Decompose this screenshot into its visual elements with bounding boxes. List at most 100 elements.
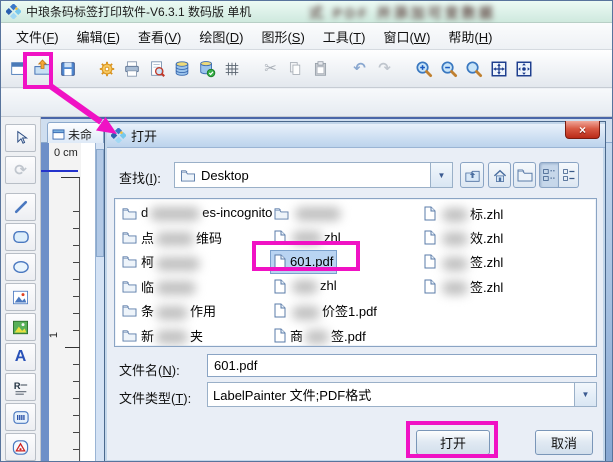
database-button[interactable] <box>169 55 194 83</box>
folder-icon <box>274 207 289 220</box>
file-item-selected[interactable]: 601.pdf <box>269 249 338 274</box>
grid-icon <box>225 62 238 75</box>
censored-blur <box>442 256 468 271</box>
zoom-out-button[interactable] <box>436 55 461 83</box>
zoom-icon <box>466 61 483 78</box>
close-button[interactable]: × <box>565 121 600 139</box>
file-item-label <box>293 205 343 221</box>
rounded-rect-tool-button[interactable] <box>5 223 36 251</box>
print-button[interactable] <box>119 55 144 83</box>
zoom-in-icon <box>416 61 433 78</box>
menu-item-window[interactable]: 窗口(W) <box>374 24 439 49</box>
open-button[interactable] <box>30 55 55 83</box>
ellipse-tool-button[interactable] <box>5 253 36 281</box>
database-check-button[interactable] <box>194 55 219 83</box>
menu-item-file[interactable]: 文件(F) <box>7 24 68 49</box>
look-in-select[interactable]: Desktop ▼ <box>174 162 453 188</box>
fit-page-button[interactable] <box>511 55 536 83</box>
file-item[interactable]: 点维码 <box>119 226 225 248</box>
settings-button[interactable] <box>94 55 119 83</box>
document-window-edge <box>41 143 49 461</box>
file-item[interactable]: 签.zhl <box>421 275 506 297</box>
file-item-label: 柯 <box>141 252 202 271</box>
file-item-label: 标.zhl <box>440 204 503 223</box>
save-button[interactable] <box>55 55 80 83</box>
file-item[interactable]: zhl <box>271 275 340 297</box>
file-name-label: 文件名(N): <box>119 363 180 378</box>
file-item[interactable]: 柯 <box>119 251 205 273</box>
rounded-rect-icon <box>12 230 29 244</box>
file-item[interactable]: 效.zhl <box>421 226 506 248</box>
dialog-title: 打开 <box>131 129 158 144</box>
copy-button[interactable] <box>283 55 308 83</box>
folder-icon <box>122 329 137 342</box>
fit-window-button[interactable] <box>486 55 511 83</box>
file-item-label: 价签1.pdf <box>290 301 377 320</box>
picture-tool-button[interactable] <box>5 313 36 341</box>
dialog-cancel-button[interactable]: 取消 <box>535 430 593 455</box>
paste-button[interactable] <box>308 55 333 83</box>
grid-view-button[interactable] <box>539 162 559 188</box>
chevron-down-icon[interactable]: ▼ <box>574 383 596 406</box>
zoom-out-icon <box>441 61 458 78</box>
file-icon <box>274 230 286 245</box>
censored-blur <box>442 232 468 247</box>
scrollbar-thumb[interactable] <box>96 149 104 257</box>
look-in-label: 查找(I): <box>119 171 161 186</box>
rich-text-tool-button[interactable]: R <box>5 373 36 401</box>
file-item[interactable]: 临 <box>119 275 201 297</box>
new-document-button[interactable] <box>5 55 30 83</box>
file-item-label: 签.zhl <box>440 252 503 271</box>
file-item[interactable]: 签.zhl <box>421 251 506 273</box>
pen-line-icon <box>14 200 27 214</box>
document-tab[interactable]: 未命 <box>47 122 104 145</box>
file-icon <box>424 230 436 245</box>
redo-button[interactable]: ↷ <box>372 55 397 83</box>
censored-blur <box>156 256 201 271</box>
new-folder-button[interactable] <box>513 162 536 188</box>
file-list[interactable]: d es-incognito 点维码柯临条作用新夹 zhl 601.pdf zhl 价签1.… <box>114 198 597 347</box>
list-view-button[interactable] <box>559 162 579 188</box>
close-icon: × <box>578 122 586 137</box>
menu-item-view[interactable]: 查看(V) <box>129 24 190 49</box>
file-item-label: 条作用 <box>141 304 217 320</box>
menu-item-draw[interactable]: 绘图(D) <box>190 24 252 49</box>
file-item[interactable]: 标.zhl <box>421 202 506 224</box>
cut-button[interactable]: ✂ <box>258 55 283 83</box>
print-preview-button[interactable] <box>144 55 169 83</box>
menu-item-tools[interactable]: 工具(T) <box>314 24 375 49</box>
file-item[interactable]: 商签.pdf <box>271 324 369 346</box>
grid-button[interactable] <box>219 55 244 83</box>
qrcode-tool-button[interactable] <box>5 433 36 461</box>
text-tool-button[interactable]: A <box>5 343 36 371</box>
censored-blur <box>150 206 201 221</box>
chevron-down-icon[interactable]: ▼ <box>430 163 452 187</box>
home-button[interactable] <box>488 162 511 188</box>
file-item[interactable]: d es-incognito <box>119 202 275 224</box>
file-item[interactable]: 条作用 <box>119 300 219 322</box>
select-tool-button[interactable] <box>5 124 36 152</box>
barcode-tool-button[interactable] <box>5 403 36 431</box>
up-one-level-button[interactable] <box>460 162 484 188</box>
file-name-input[interactable]: 601.pdf <box>207 354 597 377</box>
file-item-label: zhl <box>290 230 341 246</box>
zoom-button[interactable] <box>461 55 486 83</box>
up-folder-icon <box>464 170 480 182</box>
file-item[interactable]: zhl <box>271 226 344 248</box>
line-tool-button[interactable] <box>5 193 36 221</box>
file-item[interactable]: 价签1.pdf <box>271 300 380 322</box>
dialog-logo-icon <box>111 128 126 143</box>
zoom-in-button[interactable] <box>411 55 436 83</box>
menu-item-help[interactable]: 帮助(H) <box>439 24 501 49</box>
rotate-tool-button[interactable]: ⟳ <box>5 156 36 184</box>
file-icon <box>274 279 286 294</box>
image-tool-button[interactable] <box>5 283 36 311</box>
vertical-scrollbar[interactable] <box>95 143 104 461</box>
menu-item-edit[interactable]: 编辑(E) <box>68 24 129 49</box>
file-item[interactable] <box>271 202 346 224</box>
file-type-select[interactable]: LabelPainter 文件;PDF格式 ▼ <box>207 382 597 407</box>
menu-item-shape[interactable]: 图形(S) <box>252 24 313 49</box>
dialog-open-button[interactable]: 打开 <box>416 430 490 455</box>
file-item[interactable]: 新夹 <box>119 324 206 346</box>
undo-button[interactable]: ↶ <box>347 55 372 83</box>
